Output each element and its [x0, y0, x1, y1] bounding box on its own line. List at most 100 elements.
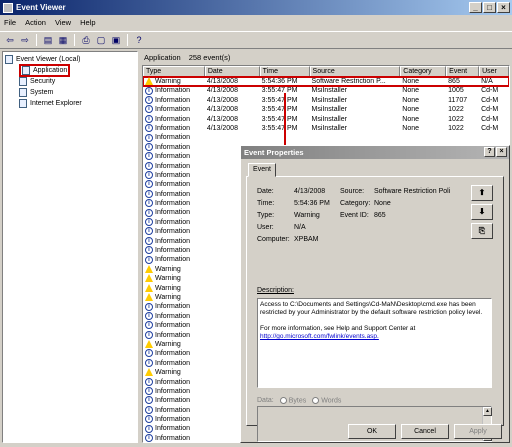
cell-text: Information	[155, 171, 191, 179]
column-source[interactable]: Source	[309, 66, 401, 77]
cell-text: Information	[155, 115, 191, 123]
menu-action[interactable]: Action	[25, 18, 46, 27]
cell-text: Information	[155, 143, 191, 151]
dialog-help-button[interactable]: ?	[484, 147, 495, 157]
dialog-close-button[interactable]: ×	[496, 147, 507, 157]
toolbar-separator	[74, 34, 75, 46]
cell-text: Information	[155, 378, 191, 386]
tree-item-application[interactable]: Application	[5, 64, 135, 77]
previous-event-button[interactable]: ⬆	[471, 185, 493, 201]
information-icon: i	[145, 302, 153, 311]
export-icon[interactable]: ▣	[110, 34, 122, 46]
cell-event: 1022	[446, 124, 479, 133]
cell-event: 11707	[446, 96, 479, 105]
ok-button[interactable]: OK	[348, 424, 396, 439]
column-event[interactable]: Event	[446, 66, 480, 77]
cell-category: None	[400, 86, 446, 95]
properties-icon[interactable]: ▢	[95, 34, 107, 46]
table-row[interactable]: i Information 4/13/2008 3:55:47 PM MsiInstal…	[143, 95, 509, 105]
information-icon: i	[145, 246, 153, 255]
table-row[interactable]: i Information 4/13/2008 3:55:47 PM MsiInstal…	[143, 86, 509, 95]
maximize-button[interactable]: □	[483, 2, 496, 13]
cell-type: i Information	[143, 180, 205, 189]
information-icon: i	[145, 255, 153, 264]
apply-button[interactable]: Apply	[454, 424, 502, 439]
description-label: Description:	[257, 287, 294, 294]
cell-text: 4/13/2008	[206, 78, 238, 85]
information-icon: i	[145, 218, 153, 227]
show-tree-icon[interactable]: ▦	[57, 34, 69, 46]
tree-item-label: Internet Explorer	[30, 100, 82, 107]
cell-type: i Information	[143, 405, 205, 415]
help-icon[interactable]: ?	[133, 34, 145, 46]
information-icon: i	[145, 105, 153, 114]
cell-text: Information	[155, 247, 191, 255]
cell-event	[446, 133, 479, 142]
cell-text: Information	[155, 434, 191, 442]
table-row[interactable]: i Information 4/13/2008 3:55:47 PM MsiInstal…	[143, 105, 509, 114]
cell-text: 1022	[448, 115, 464, 123]
cell-text: Information	[155, 237, 191, 245]
data-label: Data:	[257, 397, 274, 405]
back-icon[interactable]: ⇦	[4, 34, 16, 46]
tree-item-internet-explorer[interactable]: Internet Explorer	[5, 98, 135, 109]
time-value: 5:54:36 PM	[294, 200, 330, 207]
cell-text: 3:55:47 PM	[261, 115, 298, 123]
type-value: Warning	[294, 212, 320, 219]
next-event-button[interactable]: ⬇	[471, 204, 493, 220]
type-label: Type:	[257, 212, 275, 219]
column-user[interactable]: User	[479, 66, 509, 77]
cell-source: MsiInstaller	[310, 96, 401, 105]
column-category[interactable]: Category	[400, 66, 447, 77]
tree-item-system[interactable]: System	[5, 87, 135, 98]
menu-view[interactable]: View	[55, 18, 71, 27]
copy-button[interactable]: ⎘	[471, 223, 493, 239]
cell-type: i Information	[143, 434, 205, 442]
warning-icon	[145, 293, 153, 302]
cell-date: 4/13/2008	[205, 77, 260, 86]
cell-text: Information	[155, 228, 191, 236]
forward-icon[interactable]: ⇨	[19, 34, 31, 46]
title-bar: Event Viewer _ □ ×	[0, 0, 512, 15]
menu-help[interactable]: Help	[80, 18, 95, 27]
log-icon	[19, 99, 27, 108]
description-box[interactable]: Access to C:\Documents and Settings\Cd-M…	[257, 298, 492, 388]
column-date[interactable]: Date	[204, 66, 260, 77]
up-icon[interactable]: ▤	[42, 34, 54, 46]
table-row[interactable]: Warning 4/13/2008 5:54:36 PM Software Restr…	[143, 75, 509, 88]
log-icon	[22, 66, 30, 75]
help-link[interactable]: http://go.microsoft.com/fwlink/events.as…	[260, 333, 489, 341]
date-value: 4/13/2008	[294, 188, 326, 195]
column-type[interactable]: Type	[143, 66, 205, 77]
cell-text: 865	[448, 78, 460, 85]
cell-type: i Information	[143, 218, 205, 227]
print-icon[interactable]: ⎙	[80, 34, 92, 46]
cell-type: i Information	[143, 311, 205, 321]
cell-text: 4/13/2008	[206, 115, 238, 123]
tree-item-security[interactable]: Security	[5, 76, 135, 87]
cancel-button[interactable]: Cancel	[401, 424, 449, 439]
cell-text: Information	[155, 162, 191, 170]
cell-type: i Information	[143, 208, 205, 217]
table-row[interactable]: i Information	[143, 133, 509, 142]
table-row[interactable]: i Information 4/13/2008 3:55:47 PM MsiInstal…	[143, 114, 509, 124]
menu-file[interactable]: File	[4, 18, 16, 27]
scroll-up-icon[interactable]: ▲	[483, 407, 492, 416]
date-label: Date:	[257, 188, 274, 195]
computer-value: XPBAM	[294, 236, 319, 243]
column-time[interactable]: Time	[259, 66, 310, 77]
radio-icon	[279, 397, 287, 404]
minimize-button[interactable]: _	[469, 2, 482, 13]
information-icon: i	[145, 349, 153, 358]
cell-text: Information	[155, 181, 191, 189]
cell-text: Information	[155, 312, 191, 320]
cell-text: Warning	[155, 265, 181, 273]
cell-event: 1022	[446, 105, 479, 114]
table-row[interactable]: i Information 4/13/2008 3:55:47 PM MsiInstal…	[143, 124, 509, 133]
cell-type: i Information	[143, 199, 205, 208]
cell-text: Information	[155, 200, 191, 208]
tab-event[interactable]: Event	[248, 163, 276, 177]
close-button[interactable]: ×	[497, 2, 510, 13]
cell-source: MsiInstaller	[310, 105, 401, 114]
cell-time: 5:54:36 PM	[260, 77, 310, 86]
